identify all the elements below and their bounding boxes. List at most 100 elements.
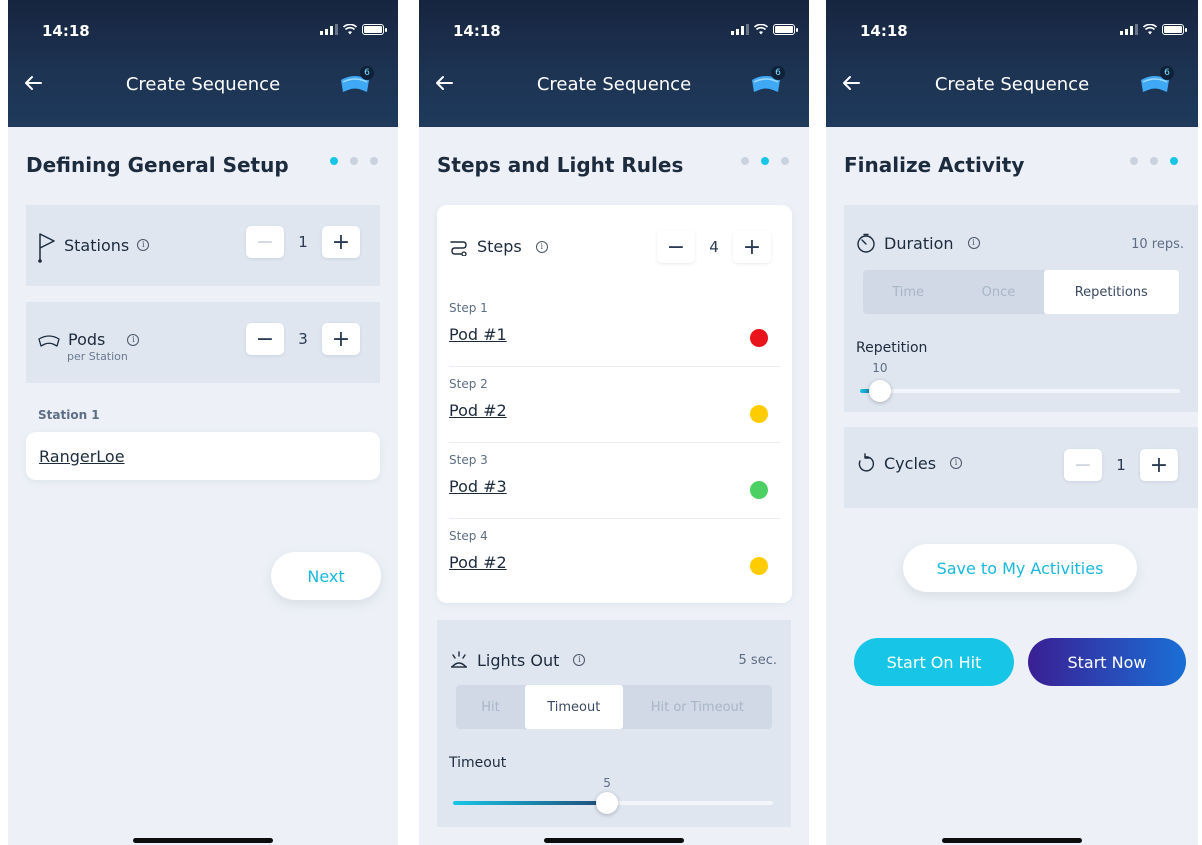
duration-segmented-control: Time Once Repetitions [863, 270, 1179, 314]
pods-value: 3 [298, 330, 308, 348]
station-name-input[interactable] [26, 432, 380, 480]
timeout-slider[interactable] [453, 791, 773, 815]
cycles-row-label: Cycles i [856, 453, 963, 473]
lights-out-label: Lights Out [477, 650, 560, 670]
slider-thumb[interactable] [868, 380, 891, 402]
wifi-icon [343, 24, 357, 35]
segment-hit-or-timeout[interactable]: Hit or Timeout [623, 685, 772, 729]
battery-icon [1162, 24, 1187, 35]
pod-count-badge: 6 [771, 66, 785, 80]
steps-value: 4 [709, 238, 719, 256]
cycles-icon [858, 453, 875, 472]
stations-stepper: − 1 + [246, 226, 360, 258]
home-indicator [544, 838, 684, 843]
stations-value: 1 [298, 233, 308, 251]
info-icon[interactable]: i [573, 654, 586, 666]
page-title: Defining General Setup [26, 153, 289, 177]
steps-decrement-button[interactable]: − [657, 231, 695, 263]
status-icons [1120, 24, 1187, 35]
repetition-slider[interactable] [860, 379, 1180, 403]
pods-sublabel: per Station [67, 350, 128, 363]
info-icon[interactable]: i [950, 457, 963, 469]
wifi-icon [1143, 24, 1157, 35]
light-color-dot[interactable] [750, 405, 768, 423]
steps-increment-button[interactable]: + [733, 231, 771, 263]
light-color-dot[interactable] [750, 557, 768, 575]
steps-label: Steps [477, 237, 522, 256]
pods-row-label: Pods i [38, 330, 140, 349]
step-row[interactable]: Step 3 Pod #3 [449, 443, 780, 519]
cycles-label: Cycles [884, 453, 937, 473]
segment-repetitions[interactable]: Repetitions [1043, 270, 1179, 314]
step-pod-link[interactable]: Pod #3 [449, 477, 507, 496]
battery-icon [362, 24, 387, 35]
timeout-value: 5 [603, 776, 611, 790]
step-row[interactable]: Step 2 Pod #2 [449, 367, 780, 443]
screen-steps-light-rules: 14:18 Create Sequence 6 Steps and Light … [419, 0, 809, 845]
repetition-label: Repetition [856, 340, 928, 356]
duration-row-label: Duration i [856, 233, 980, 253]
segment-timeout[interactable]: Timeout [524, 685, 623, 729]
home-indicator [133, 838, 273, 843]
page-indicator [1130, 157, 1178, 165]
lights-out-card: Lights Out i 5 sec. Hit Timeout Hit or T… [437, 620, 791, 827]
pods-increment-button[interactable]: + [322, 323, 360, 355]
duration-label: Duration [884, 233, 954, 253]
start-now-button[interactable]: Start Now [1028, 638, 1186, 686]
step-number: Step 1 [449, 301, 488, 315]
save-to-activities-button[interactable]: Save to My Activities [903, 544, 1137, 592]
app-header: 14:18 Create Sequence 6 [8, 0, 398, 127]
cycles-increment-button[interactable]: + [1140, 449, 1178, 481]
page-indicator [330, 157, 378, 165]
pods-label: Pods [68, 330, 106, 349]
pods-decrement-button[interactable]: − [246, 323, 284, 355]
step-pod-link[interactable]: Pod #2 [449, 401, 507, 420]
step-pod-link[interactable]: Pod #1 [449, 325, 507, 344]
cycles-value: 1 [1116, 456, 1126, 474]
info-icon[interactable]: i [127, 333, 140, 346]
slider-thumb[interactable] [596, 792, 619, 814]
light-color-dot[interactable] [750, 329, 768, 347]
step-pod-link[interactable]: Pod #2 [449, 553, 507, 572]
segment-hit[interactable]: Hit [456, 685, 525, 729]
cycles-decrement-button[interactable]: − [1064, 449, 1102, 481]
segment-once[interactable]: Once [953, 270, 1043, 314]
page-title: Finalize Activity [844, 153, 1025, 177]
steps-card: Steps i − 4 + Step 1 Pod #1 Step 2 Pod #… [437, 205, 792, 603]
light-color-dot[interactable] [750, 481, 768, 499]
info-icon[interactable]: i [535, 240, 548, 253]
info-icon[interactable]: i [967, 237, 980, 249]
pods-card: Pods i per Station − 3 + [26, 302, 380, 383]
lights-out-icon [451, 651, 467, 668]
repetition-value: 10 [872, 361, 888, 375]
battery-icon [773, 24, 798, 35]
app-header: 14:18 Create Sequence 6 [826, 0, 1198, 127]
stations-decrement-button[interactable]: − [246, 226, 284, 258]
signal-icon [320, 24, 338, 35]
home-indicator [942, 838, 1082, 843]
station-name-field[interactable] [26, 432, 380, 480]
lights-out-summary: 5 sec. [738, 653, 777, 668]
screen-general-setup: 14:18 Create Sequence 6 Defining General… [8, 0, 398, 845]
step-row[interactable]: Step 1 Pod #1 [449, 291, 780, 367]
cycles-card: Cycles i − 1 + [844, 427, 1198, 508]
signal-icon [731, 24, 749, 35]
slider-fill [453, 801, 608, 805]
duration-card: Duration i 10 reps. Time Once Repetition… [844, 205, 1198, 412]
next-button[interactable]: Next [271, 552, 381, 600]
cycles-stepper: − 1 + [1064, 449, 1178, 481]
lights-out-row-label: Lights Out i [449, 650, 586, 670]
page-indicator [741, 157, 789, 165]
start-on-hit-button[interactable]: Start On Hit [854, 638, 1014, 686]
step-number: Step 4 [449, 529, 488, 543]
status-time: 14:18 [42, 22, 90, 40]
stations-row-label: Stations i [38, 227, 150, 263]
stations-increment-button[interactable]: + [322, 226, 360, 258]
timeout-label: Timeout [449, 755, 507, 771]
segment-time[interactable]: Time [863, 270, 953, 314]
status-icons [320, 24, 387, 35]
screen-finalize-activity: 14:18 Create Sequence 6 Finalize Activit… [826, 0, 1198, 845]
status-time: 14:18 [860, 22, 908, 40]
info-icon[interactable]: i [137, 239, 150, 251]
step-row[interactable]: Step 4 Pod #2 [449, 519, 780, 595]
